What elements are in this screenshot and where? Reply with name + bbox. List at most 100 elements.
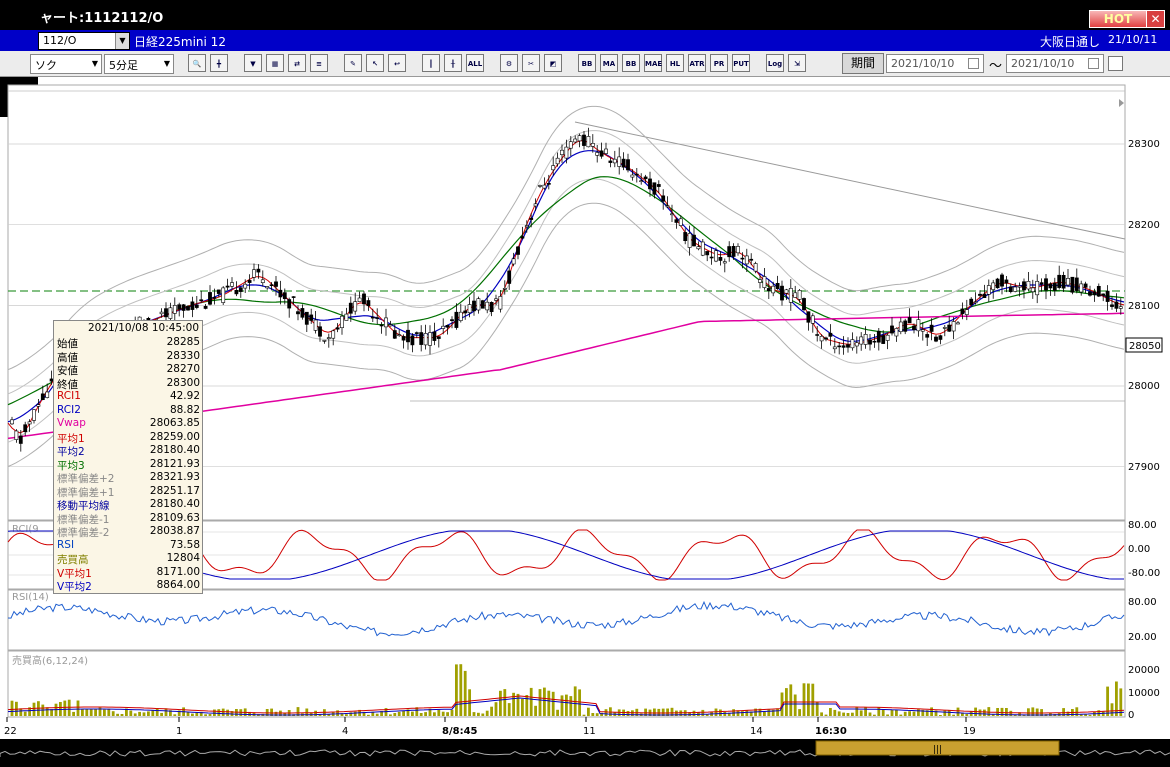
- crosshair-icon[interactable]: ╋: [210, 54, 228, 72]
- volume-bar: [793, 694, 797, 716]
- volume-bar: [859, 710, 863, 716]
- disabled-icon[interactable]: ≡: [310, 54, 328, 72]
- candle: [186, 306, 190, 311]
- volume-bar: [873, 714, 876, 716]
- volume-bar: [912, 711, 916, 716]
- candle: [463, 310, 468, 314]
- info-value: 28180.40: [149, 498, 200, 510]
- calendar-icon[interactable]: [968, 58, 979, 69]
- candle: [480, 300, 485, 309]
- period-button[interactable]: 期間: [842, 53, 884, 74]
- volume-bar: [393, 713, 397, 716]
- hot-button[interactable]: HOT: [1089, 10, 1147, 28]
- volume-bar: [120, 714, 124, 716]
- candle: [898, 321, 903, 332]
- bar-icon[interactable]: ╂: [444, 54, 462, 72]
- candle: [252, 269, 256, 278]
- x-axis-label: 1: [176, 726, 182, 737]
- volume-bar: [802, 683, 806, 716]
- info-key: RCI1: [57, 390, 81, 402]
- date-from-input[interactable]: 2021/10/10: [886, 54, 984, 73]
- close-button[interactable]: ✕: [1146, 10, 1165, 28]
- ma-button[interactable]: MA: [600, 54, 618, 72]
- volume-bar: [81, 709, 84, 716]
- candle: [516, 246, 520, 255]
- info-row: 終値 28300: [57, 377, 200, 391]
- chart-edit-icon[interactable]: ▦: [266, 54, 284, 72]
- hl-button[interactable]: HL: [666, 54, 684, 72]
- volume-bar: [441, 711, 445, 716]
- zoom-icon[interactable]: 🔍: [188, 54, 206, 72]
- info-key: V平均2: [57, 581, 92, 593]
- tool-icon[interactable]: ✂: [522, 54, 540, 72]
- candle: [832, 346, 837, 350]
- scroll-grip-icon: |||: [933, 745, 942, 755]
- candle-icon[interactable]: ┃: [422, 54, 440, 72]
- bb-icon[interactable]: BB: [578, 54, 596, 72]
- mae-button[interactable]: MAE: [644, 54, 662, 72]
- candle: [1118, 306, 1123, 309]
- chart-type-value: ソク: [35, 59, 57, 72]
- undo-icon[interactable]: ↩: [388, 54, 406, 72]
- candle: [599, 150, 604, 157]
- volume-bar: [151, 710, 155, 716]
- bb-button[interactable]: BB: [622, 54, 640, 72]
- candle: [951, 321, 956, 332]
- settings-icon[interactable]: ⚙: [500, 54, 518, 72]
- chart-type-select[interactable]: ソク ▼: [30, 54, 102, 74]
- calendar-icon[interactable]: [1088, 58, 1099, 69]
- export-icon[interactable]: ⇲: [788, 54, 806, 72]
- chart-compare-icon[interactable]: ⇄: [288, 54, 306, 72]
- palette-icon[interactable]: ◩: [544, 54, 562, 72]
- rsi-axis-label: 20.00: [1128, 632, 1157, 643]
- candle: [159, 311, 164, 315]
- symbol-select[interactable]: 112/O ▼: [38, 32, 130, 50]
- candle: [511, 258, 516, 265]
- candle: [472, 300, 476, 312]
- current-price-label: 28050: [1129, 341, 1161, 352]
- candle: [441, 325, 446, 329]
- x-axis-label: 22: [4, 726, 17, 737]
- volume-bar: [411, 711, 414, 716]
- pr-button[interactable]: PR: [710, 54, 728, 72]
- candle-down-icon[interactable]: ▼: [244, 54, 262, 72]
- cursor-icon[interactable]: ↖: [366, 54, 384, 72]
- interval-select[interactable]: 5分足 ▼: [104, 54, 174, 74]
- volume-bar: [824, 714, 828, 716]
- option-checkbox[interactable]: [1108, 56, 1123, 71]
- candle: [740, 257, 745, 260]
- volume-bar: [719, 709, 722, 716]
- all-button[interactable]: ALL: [466, 54, 484, 72]
- candle: [956, 322, 960, 325]
- volume-bar: [595, 713, 599, 716]
- info-row: V平均1 8171.00: [57, 566, 200, 580]
- log-button[interactable]: Log: [766, 54, 784, 72]
- info-key: RCI2: [57, 403, 81, 416]
- candle: [485, 301, 490, 311]
- candle: [846, 344, 850, 348]
- candle: [573, 138, 578, 143]
- pen-icon[interactable]: ✎: [344, 54, 362, 72]
- volume-bar: [345, 714, 348, 716]
- market-name: 大阪日通し: [1040, 35, 1101, 49]
- date-to-input[interactable]: 2021/10/10: [1006, 54, 1104, 73]
- volume-bar: [45, 707, 49, 716]
- candle: [661, 195, 666, 202]
- candle: [577, 135, 582, 142]
- volume-bar: [72, 711, 75, 716]
- candle: [397, 334, 402, 337]
- candle: [784, 289, 789, 294]
- volume-bar: [529, 687, 533, 716]
- chevron-down-icon: ▼: [115, 33, 129, 49]
- info-row: V平均2 8864.00: [57, 579, 200, 593]
- date-from-value: 2021/10/10: [891, 57, 955, 70]
- volume-bar: [1119, 688, 1123, 716]
- candle: [788, 288, 793, 303]
- volume-bar: [450, 709, 454, 716]
- candle: [793, 292, 798, 298]
- volume-bar: [829, 708, 832, 716]
- atr-button[interactable]: ATR: [688, 54, 706, 72]
- volume-bar: [76, 700, 80, 716]
- put-button[interactable]: PUT: [732, 54, 750, 72]
- candle: [797, 290, 802, 300]
